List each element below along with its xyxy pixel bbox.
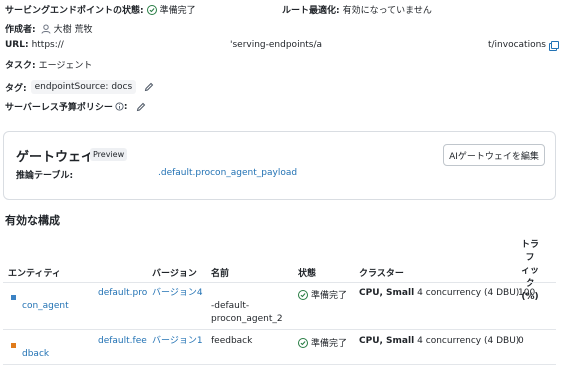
entity-link-b[interactable]: con_agent: [22, 300, 69, 313]
col-state: 状態: [298, 269, 317, 279]
creator-label: 作成者:: [5, 25, 36, 35]
url-part-1[interactable]: https://: [32, 40, 64, 50]
inference-table-label: 推論テーブル:: [16, 171, 74, 181]
tag-chip: endpointSource: docs: [30, 80, 137, 94]
budget-label: サーバーレス予算ポリシー: [5, 103, 113, 113]
url-middle: 'serving-endpoints/a: [230, 40, 322, 50]
state-cell: 準備完了: [298, 336, 347, 349]
served-name-a: -default-: [211, 301, 250, 311]
cluster-concurrency: 4 concurrency (4 DBU): [417, 288, 520, 298]
entity-type-marker: [11, 343, 16, 348]
col-cluster: クラスター: [359, 269, 404, 279]
status-label: サービングエンドポイントの状態:: [5, 6, 144, 16]
traffic-value: 0: [518, 336, 524, 346]
cluster-cell: CPU, Small 4 concurrency (4 DBU): [359, 288, 519, 298]
col-name: 名前: [211, 269, 230, 279]
served-name-b: procon_agent_2: [211, 314, 283, 324]
entity-link-a[interactable]: default.pro: [98, 287, 147, 300]
check-circle-icon: [146, 4, 157, 15]
url-part-2[interactable]: 'serving-endpoints/a: [230, 40, 322, 50]
entity-type-marker: [11, 295, 16, 300]
info-icon[interactable]: [115, 102, 124, 111]
task-row: タスク: エージェント: [5, 58, 92, 71]
gateway-title: ゲートウェイ: [16, 150, 95, 165]
creator: 作成者: 大樹 荒牧: [5, 22, 92, 35]
route-optimization: ルート最適化: 有効になっていません: [282, 3, 432, 16]
task-value: エージェント: [38, 61, 93, 71]
entity-link-a[interactable]: default.fee: [98, 335, 147, 348]
state-value: 準備完了: [311, 291, 348, 301]
endpoint-status: サービングエンドポイントの状態: 準備完了: [5, 3, 196, 16]
route-label: ルート最適化:: [282, 6, 340, 16]
url-part-3[interactable]: t/invocations: [488, 40, 546, 50]
cluster-concurrency: 4 concurrency (4 DBU): [417, 336, 520, 346]
entity-link-b[interactable]: dback: [22, 348, 49, 361]
task-label: タスク:: [5, 61, 36, 71]
cluster-size: CPU, Small: [359, 336, 415, 346]
gateway-panel: ゲートウェイ Preview AIゲートウェイを編集 推論テーブル: .defa…: [3, 131, 556, 200]
cluster-cell: CPU, Small 4 concurrency (4 DBU): [359, 336, 519, 346]
user-icon: [41, 24, 51, 34]
creator-value: 大樹 荒牧: [53, 25, 93, 35]
version-link[interactable]: バージョン4: [152, 287, 203, 300]
url-end: t/invocations: [488, 40, 559, 51]
tag-label: タグ:: [5, 83, 27, 94]
active-config-title: 有効な構成: [5, 214, 60, 227]
url-row: URL: https://: [5, 40, 64, 50]
preview-badge: Preview: [90, 148, 128, 161]
state-value: 準備完了: [311, 339, 348, 349]
edit-ai-gateway-button[interactable]: AIゲートウェイを編集: [443, 144, 545, 166]
edit-tags-pencil-icon[interactable]: [144, 82, 154, 92]
inference-table-row: 推論テーブル:: [16, 168, 73, 181]
status-value: 準備完了: [159, 6, 196, 16]
traffic-value: 100: [518, 288, 536, 298]
url-label: URL:: [5, 40, 29, 50]
row-divider: [3, 329, 556, 330]
version-link[interactable]: バージョン1: [152, 335, 203, 348]
inference-table-link[interactable]: .default.procon_agent_payload: [158, 168, 297, 178]
endpoint-page: サービングエンドポイントの状態: 準備完了 ルート最適化: 有効になっていません…: [0, 0, 567, 377]
col-entity: エンティティ: [8, 269, 61, 279]
check-circle-icon: [298, 289, 308, 300]
copy-icon[interactable]: [549, 40, 559, 51]
row-divider: [3, 364, 556, 365]
route-value: 有効になっていません: [342, 6, 432, 16]
col-version: バージョン: [152, 269, 197, 279]
state-cell: 準備完了: [298, 288, 347, 301]
header-divider: [3, 282, 556, 283]
edit-budget-pencil-icon[interactable]: [136, 102, 146, 112]
served-name-a: feedback: [211, 336, 253, 346]
budget-policy-row: サーバーレス予算ポリシー :: [5, 100, 146, 113]
tags-row: タグ: endpointSource: docs: [5, 80, 154, 94]
cluster-size: CPU, Small: [359, 288, 415, 298]
check-circle-icon: [298, 337, 308, 348]
